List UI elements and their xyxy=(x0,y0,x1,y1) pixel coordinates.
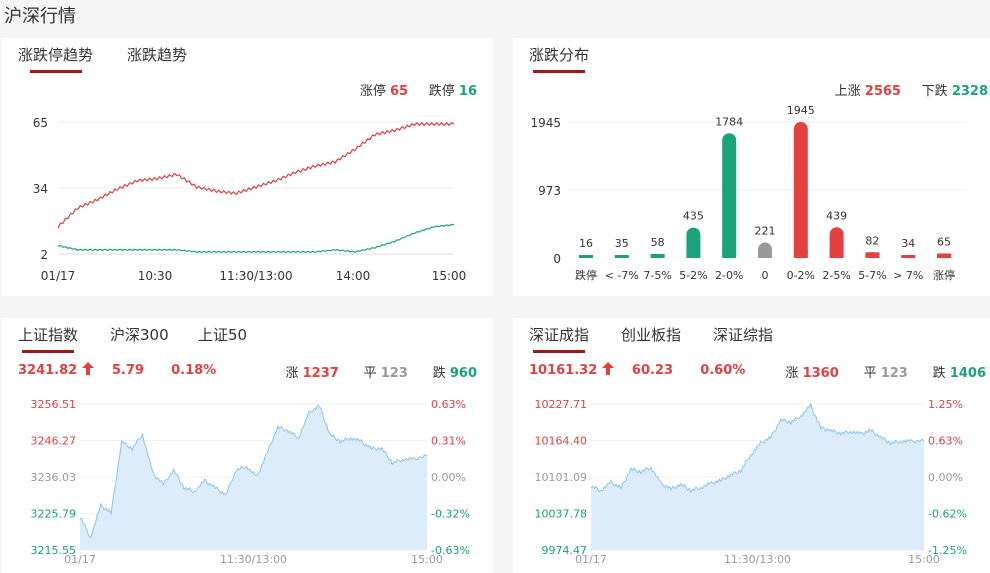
category-label: 5-7% xyxy=(858,269,886,282)
bar-base xyxy=(686,251,701,258)
bar xyxy=(793,122,808,258)
bar-value-label: 65 xyxy=(937,235,951,248)
page-title: 沪深行情 xyxy=(4,6,76,27)
bar-base xyxy=(901,255,916,258)
x-tick-label: 11:30/13:00 xyxy=(724,553,791,566)
category-label: 2-0% xyxy=(715,269,743,282)
y-tick-label: 65 xyxy=(33,116,48,130)
category-label: > 7% xyxy=(893,269,923,282)
x-tick-label: 11:30/13:00 xyxy=(220,553,287,566)
category-label: < -7% xyxy=(605,269,639,282)
price-area xyxy=(80,405,427,550)
price-tick-label: 10037.78 xyxy=(535,508,588,521)
pct-tick-label: 0.63% xyxy=(928,435,963,448)
price-tick-label: 3236.03 xyxy=(31,471,77,484)
bar-base xyxy=(829,251,844,258)
bar-value-label: 58 xyxy=(651,236,665,249)
x-tick-label: 01/17 xyxy=(64,553,96,566)
bar xyxy=(722,133,737,258)
bar-base xyxy=(650,253,665,258)
limit-trend-chart: 65 34 2 01/17 10:30 11:30/13:00 14:00 15:00 xyxy=(33,116,467,283)
x-tick-label: 15:00 xyxy=(432,269,467,283)
limit-trend-card: 涨跌停趋势 涨跌趋势 涨停 65 跌停 16 65 34 2 01/17 10:30 11… xyxy=(2,38,493,296)
bar-value-label: 82 xyxy=(865,234,879,247)
pct-tick-label: -0.62% xyxy=(928,508,967,521)
price-tick-label: 3225.79 xyxy=(31,508,77,521)
bar-base xyxy=(722,251,737,258)
bar-value-label: 439 xyxy=(826,209,847,222)
bar-base xyxy=(579,255,593,258)
bar-base xyxy=(793,251,808,258)
sz-intraday-chart: 10227.71 1.25% 10164.40 0.63% 10101.09 0.00% 1… xyxy=(535,398,967,566)
x-tick-label: 01/17 xyxy=(41,269,76,283)
pct-tick-label: 0.63% xyxy=(431,398,466,411)
bar-value-label: 221 xyxy=(755,225,776,238)
limit-down-series-line xyxy=(57,223,455,254)
x-tick-label: 01/17 xyxy=(575,553,607,566)
y-tick-label: 2 xyxy=(40,248,48,262)
pct-tick-label: 1.25% xyxy=(928,398,963,411)
x-tick-label: 11:30/13:00 xyxy=(219,269,292,283)
limit-up-series-line xyxy=(57,121,455,229)
distribution-card: 涨跌分布 上涨 2565 下跌 2328 1945 973 0 16 跌停 35 < -7%… xyxy=(513,38,990,296)
pct-tick-label: 0.31% xyxy=(431,435,466,448)
x-tick-label: 15:00 xyxy=(908,553,940,566)
sh-intraday-chart: 3256.51 0.63% 3246.27 0.31% 3236.03 0.00% 3225… xyxy=(31,398,470,566)
y-tick-label: 0 xyxy=(553,252,561,266)
bar-base xyxy=(865,252,880,258)
price-tick-label: 3246.27 xyxy=(31,435,77,448)
y-tick-label: 973 xyxy=(538,184,561,198)
bar-value-label: 435 xyxy=(683,210,704,223)
sz-index-card: 深证成指 创业板指 深证综指 10161.32 60.23 0.60% 涨 13… xyxy=(513,318,990,573)
price-area xyxy=(591,403,924,550)
bar-base xyxy=(758,251,772,258)
bar-value-label: 1945 xyxy=(787,104,815,117)
bar-base xyxy=(937,253,951,258)
bar-value-label: 16 xyxy=(579,237,593,250)
distribution-chart: 1945 973 0 16 跌停 35 < -7% 58 7-5% 435 5-2% 1784 2-0%… xyxy=(530,104,965,282)
pct-tick-label: 0.00% xyxy=(928,471,963,484)
pct-tick-label: -0.32% xyxy=(431,508,470,521)
category-label: 0-2% xyxy=(787,269,815,282)
category-label: 5-2% xyxy=(679,269,707,282)
price-tick-label: 10101.09 xyxy=(535,471,588,484)
x-tick-label: 14:00 xyxy=(336,269,371,283)
x-tick-label: 15:00 xyxy=(411,553,443,566)
pct-tick-label: 0.00% xyxy=(431,471,466,484)
category-label: 跌停 xyxy=(575,268,597,282)
y-tick-label: 34 xyxy=(33,182,48,196)
category-label: 0 xyxy=(762,269,769,282)
x-tick-label: 10:30 xyxy=(138,269,173,283)
price-tick-label: 10227.71 xyxy=(535,398,588,411)
price-tick-label: 3256.51 xyxy=(31,398,77,411)
category-label: 2-5% xyxy=(822,269,850,282)
category-label: 7-5% xyxy=(643,269,671,282)
bar-base xyxy=(614,255,629,258)
y-tick-label: 1945 xyxy=(530,116,561,130)
bar-value-label: 1784 xyxy=(715,115,743,128)
category-label: 涨停 xyxy=(933,268,955,282)
price-tick-label: 10164.40 xyxy=(535,435,588,448)
bar-value-label: 35 xyxy=(615,237,629,250)
sh-index-card: 上证指数 沪深300 上证50 3241.82 5.79 0.18% 涨 123… xyxy=(2,318,493,573)
bar-value-label: 34 xyxy=(901,237,915,250)
